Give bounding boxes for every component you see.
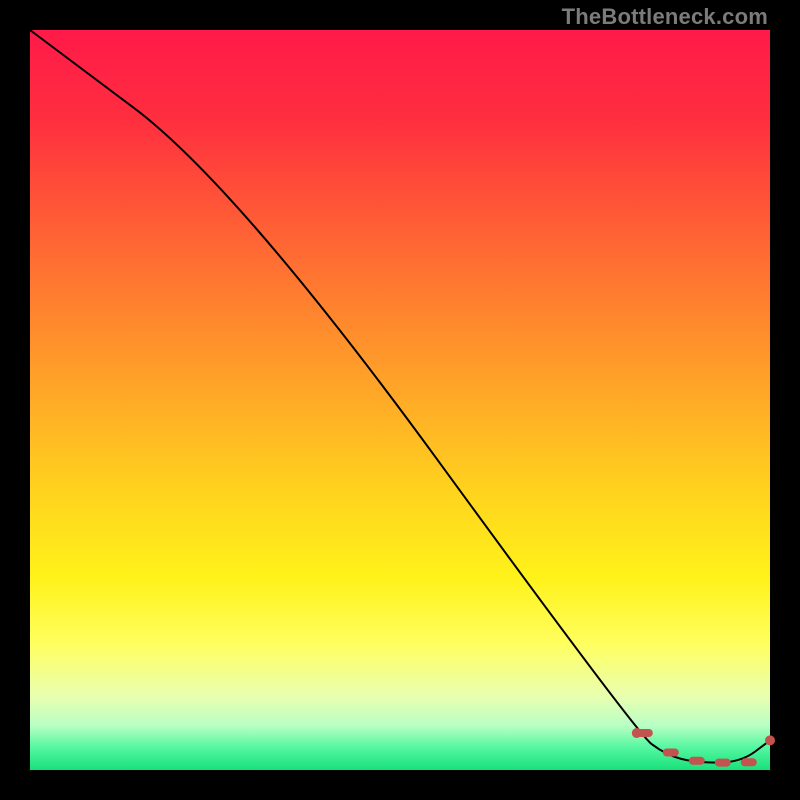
range-dash [663, 749, 679, 757]
chart-frame: TheBottleneck.com [0, 0, 800, 800]
watermark-label: TheBottleneck.com [562, 4, 768, 30]
optimal-range-markers [632, 728, 775, 767]
range-dash [637, 729, 653, 737]
chart-overlay [30, 30, 770, 770]
range-dash [715, 759, 731, 767]
bottleneck-curve [30, 30, 770, 763]
range-dash [689, 757, 705, 765]
range-end-dot [765, 735, 775, 745]
range-dash [741, 758, 757, 766]
